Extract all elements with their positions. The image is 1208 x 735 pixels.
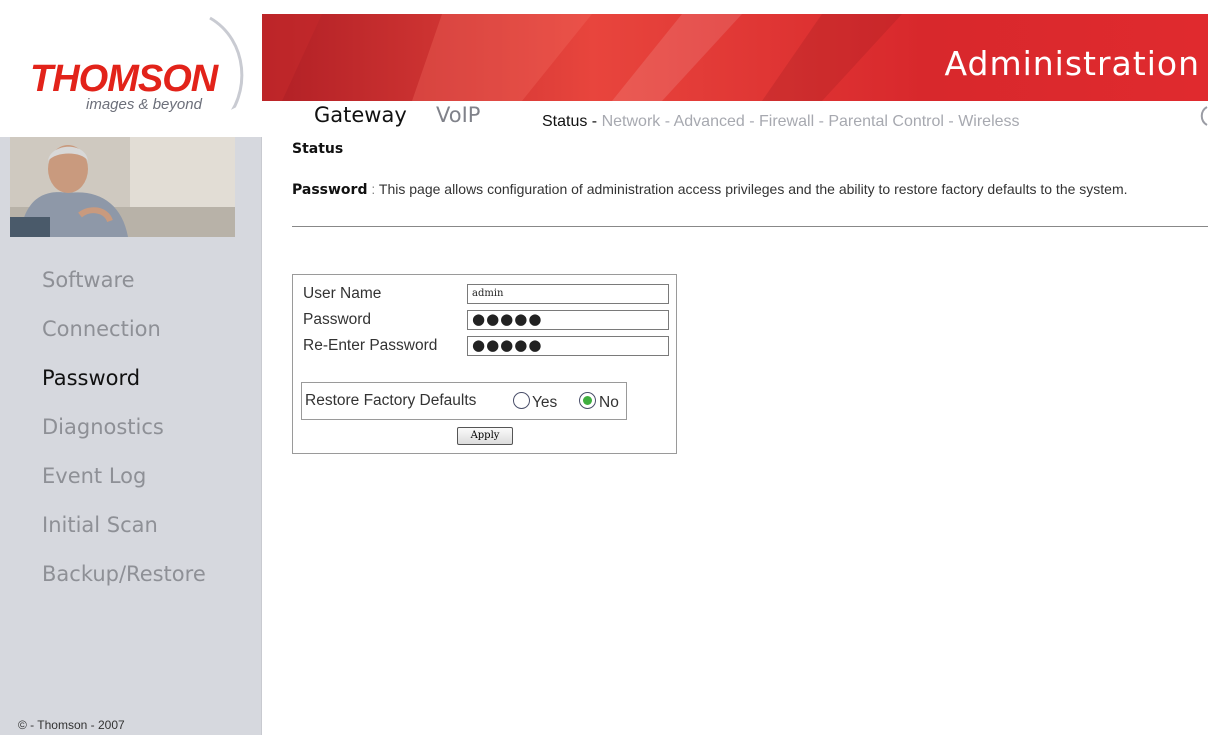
user-photo	[10, 137, 235, 237]
logo-tagline: images & beyond	[86, 96, 202, 113]
content-divider	[292, 226, 1208, 227]
thomson-logo[interactable]: THOMSON	[30, 60, 218, 98]
password-label: Password	[303, 311, 372, 328]
restore-defaults-group: Restore Factory Defaults Yes No	[301, 382, 627, 420]
description-text: This page allows configuration of admini…	[378, 181, 1128, 197]
restore-yes-radio[interactable]	[513, 392, 530, 409]
nav-scroll-arc-icon	[1200, 106, 1208, 126]
reenter-password-label: Re-Enter Password	[303, 337, 438, 354]
description-separator: :	[367, 181, 379, 197]
apply-button[interactable]: Apply	[457, 427, 513, 445]
sidebar-item-event-log[interactable]: Event Log	[42, 461, 206, 510]
sidebar-item-password[interactable]: Password	[42, 363, 206, 412]
subnav-firewall[interactable]: Firewall -	[759, 113, 824, 130]
sidebar: Software Connection Password Diagnostics…	[0, 137, 262, 735]
sidebar-menu: Software Connection Password Diagnostics…	[42, 265, 206, 608]
password-form: User Name admin Password ●●●●● Re-Enter …	[292, 274, 677, 454]
description-label: Password	[292, 182, 368, 198]
restore-no-radio[interactable]	[579, 392, 596, 409]
subnav-parental-control[interactable]: Parental Control -	[828, 113, 953, 130]
reenter-password-field[interactable]: ●●●●●	[467, 336, 669, 356]
logo-area: THOMSON images & beyond	[0, 0, 262, 137]
restore-yes-label[interactable]: Yes	[532, 394, 557, 412]
page-description: Password : This page allows configuratio…	[292, 180, 1192, 200]
top-navigation: Gateway VoIP Status - Network - Advanced…	[262, 101, 1208, 137]
page-title: Administration	[944, 44, 1200, 83]
header-banner: Administration	[262, 14, 1208, 101]
sidebar-item-diagnostics[interactable]: Diagnostics	[42, 412, 206, 461]
sub-navigation: Status - Network - Advanced - Firewall -…	[542, 113, 1020, 131]
subnav-network[interactable]: Network -	[602, 113, 670, 130]
section-title: Status	[292, 141, 344, 157]
sidebar-item-backup-restore[interactable]: Backup/Restore	[42, 559, 206, 608]
restore-defaults-label: Restore Factory Defaults	[305, 392, 477, 409]
sidebar-item-initial-scan[interactable]: Initial Scan	[42, 510, 206, 559]
copyright-text: © - Thomson - 2007	[18, 718, 125, 732]
username-field[interactable]: admin	[467, 284, 669, 304]
subnav-wireless[interactable]: Wireless	[958, 113, 1019, 130]
username-label: User Name	[303, 285, 382, 302]
sidebar-item-connection[interactable]: Connection	[42, 314, 206, 363]
tab-gateway[interactable]: Gateway	[314, 103, 407, 127]
tab-voip[interactable]: VoIP	[436, 103, 480, 127]
subnav-status[interactable]: Status -	[542, 113, 597, 130]
password-field[interactable]: ●●●●●	[467, 310, 669, 330]
restore-no-label[interactable]: No	[599, 394, 619, 412]
subnav-advanced[interactable]: Advanced -	[674, 113, 755, 130]
sidebar-item-software[interactable]: Software	[42, 265, 206, 314]
